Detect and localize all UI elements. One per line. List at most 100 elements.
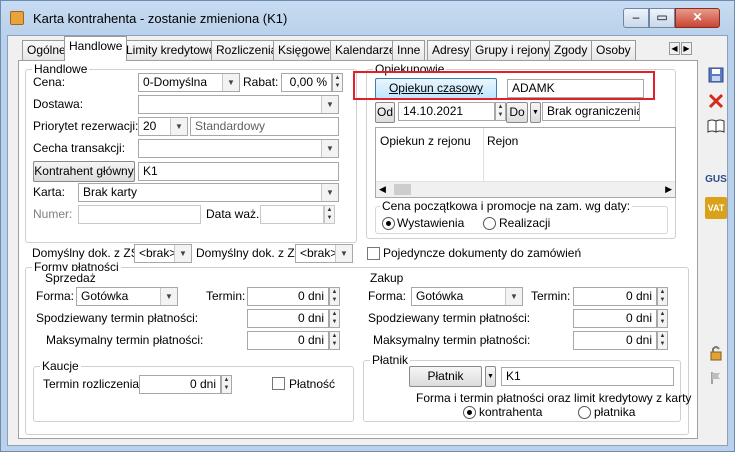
pojedyncze-checkbox[interactable]: [367, 247, 380, 260]
zakup-spodziewany-spinner[interactable]: ▲ ▼: [657, 309, 668, 328]
kaucje-termin-input[interactable]: 0 dni: [139, 375, 221, 394]
tab-grupy-i-rejony[interactable]: Grupy i rejony: [470, 40, 555, 60]
dok-zs-label: Domyślny dok. z ZS: [32, 246, 139, 260]
zakup-forma-select[interactable]: Gotówka ▼: [411, 287, 523, 306]
scroll-thumb[interactable]: [394, 184, 411, 195]
tab-inne[interactable]: Inne: [392, 40, 426, 60]
platnik-dropdown-button[interactable]: ▼: [485, 366, 496, 387]
radio-platnika[interactable]: [578, 406, 591, 419]
zakup-forma-value: Gotówka: [416, 289, 464, 303]
save-icon[interactable]: [705, 67, 727, 89]
tab-handlowe[interactable]: Handlowe: [64, 36, 128, 61]
chevron-down-icon: ▼: [174, 245, 191, 262]
chevron-down-icon: ▼: [321, 140, 338, 157]
column-header-rejon[interactable]: Rejon: [487, 134, 518, 148]
tab-kalendarze[interactable]: Kalendarze: [330, 40, 401, 60]
od-button[interactable]: Od: [375, 102, 395, 123]
platnik-input[interactable]: K1: [501, 367, 674, 386]
cena-poczatkowa-title: Cena początkowa i promocje na zam. wg da…: [380, 199, 633, 213]
minimize-button[interactable]: –: [623, 8, 649, 28]
sprzedaz-maksymalny-spinner[interactable]: ▲ ▼: [329, 331, 340, 350]
radio-realizacji[interactable]: [483, 217, 496, 230]
platnik-title: Płatnik: [370, 353, 411, 367]
chevron-down-icon: ▼: [222, 74, 239, 91]
lock-icon[interactable]: [705, 345, 727, 367]
sprzedaz-spodziewany-input[interactable]: 0 dni: [247, 309, 329, 328]
cena-value: 0-Domyślna: [143, 75, 208, 89]
zakup-termin-spinner[interactable]: ▲ ▼: [657, 287, 668, 306]
sprzedaz-maksymalny-input[interactable]: 0 dni: [247, 331, 329, 350]
book-icon[interactable]: [705, 118, 727, 140]
sprzedaz-maksymalny-label: Maksymalny termin płatności:: [46, 333, 204, 347]
radio-realizacji-label[interactable]: Realizacji: [499, 216, 550, 230]
vat-icon[interactable]: VAT: [705, 197, 727, 219]
zakup-maksymalny-input[interactable]: 0 dni: [573, 331, 657, 350]
dok-zz-select[interactable]: <brak> ▼: [295, 244, 353, 263]
od-date-input[interactable]: 14.10.2021: [398, 102, 495, 121]
gus-icon[interactable]: GUS: [705, 169, 727, 191]
sprzedaz-forma-label: Forma:: [36, 289, 75, 303]
tab-panel-handlowe: Handlowe Cena: 0-Domyślna ▼ Rabat: 0,00 …: [18, 60, 698, 439]
kaucje-title: Kaucje: [40, 359, 81, 373]
tab-limity-kredytowe[interactable]: Limity kredytowe: [121, 40, 221, 60]
zakup-spodziewany-input[interactable]: 0 dni: [573, 309, 657, 328]
app-window: Karta kontrahenta - zostanie zmieniona (…: [0, 0, 735, 452]
radio-kontrahenta[interactable]: [463, 406, 476, 419]
flag-icon[interactable]: [705, 370, 727, 392]
opiekunowie-list[interactable]: Opiekun z rejonu Rejon ◀ ▶: [375, 127, 676, 198]
data-waz-spinner[interactable]: ▲ ▼: [324, 205, 335, 224]
zakup-termin-label: Termin:: [531, 289, 571, 303]
kaucje-platnosc-label[interactable]: Płatność: [289, 377, 335, 391]
cecha-label: Cecha transakcji:: [33, 141, 126, 155]
column-divider: [483, 128, 484, 182]
tab-adresy[interactable]: Adresy: [427, 40, 475, 60]
zakup-termin-input[interactable]: 0 dni: [573, 287, 657, 306]
highlight-box: [353, 71, 655, 100]
platnik-button[interactable]: Płatnik: [409, 366, 482, 387]
radio-wystawienia-label[interactable]: Wystawienia: [397, 216, 464, 230]
sprzedaz-spodziewany-spinner[interactable]: ▲ ▼: [329, 309, 340, 328]
rabat-spinner[interactable]: ▲ ▼: [332, 73, 343, 92]
delete-icon[interactable]: [705, 93, 727, 115]
kaucje-termin-spinner[interactable]: ▲ ▼: [221, 375, 232, 394]
pojedyncze-label[interactable]: Pojedyncze dokumenty do zamówień: [383, 246, 581, 260]
app-icon: [10, 11, 24, 25]
sprzedaz-termin-spinner[interactable]: ▲ ▼: [329, 287, 340, 306]
sprzedaz-termin-input[interactable]: 0 dni: [247, 287, 329, 306]
do-date-input[interactable]: Brak ograniczenia: [542, 102, 640, 121]
od-date-spinner[interactable]: ▲ ▼: [495, 102, 506, 121]
kaucje-platnosc-checkbox[interactable]: [272, 377, 285, 390]
scroll-right-icon[interactable]: ▶: [665, 184, 672, 195]
radio-kontrahenta-label[interactable]: kontrahenta: [479, 405, 542, 419]
horizontal-scrollbar[interactable]: ◀ ▶: [376, 181, 675, 197]
cecha-select[interactable]: ▼: [138, 139, 339, 158]
sprzedaz-title: Sprzedaż: [43, 271, 98, 285]
data-waz-input[interactable]: [260, 205, 324, 224]
dok-zs-select[interactable]: <brak> ▼: [134, 244, 192, 263]
tab-osoby[interactable]: Osoby: [591, 40, 636, 60]
dostawa-select[interactable]: ▼: [138, 95, 339, 114]
zakup-maksymalny-spinner[interactable]: ▲ ▼: [657, 331, 668, 350]
do-button[interactable]: Do: [506, 102, 528, 123]
column-header-opiekun[interactable]: Opiekun z rejonu: [380, 134, 471, 148]
tabs-scroll-right[interactable]: ▶: [681, 42, 692, 55]
scroll-left-icon[interactable]: ◀: [379, 184, 386, 195]
numer-input[interactable]: [78, 205, 201, 224]
radio-wystawienia[interactable]: [382, 217, 395, 230]
platnik-desc: Forma i termin płatności oraz limit kred…: [416, 391, 692, 405]
radio-platnika-label[interactable]: płatnika: [594, 405, 635, 419]
cena-select[interactable]: 0-Domyślna ▼: [138, 73, 240, 92]
tab-zgody[interactable]: Zgody: [549, 40, 593, 60]
kontrahent-glowny-button[interactable]: Kontrahent główny: [33, 161, 135, 182]
tab-rozliczenia[interactable]: Rozliczenia: [211, 40, 283, 60]
kontrahent-glowny-input[interactable]: K1: [138, 162, 339, 181]
priorytet-select[interactable]: 20 ▼: [138, 117, 188, 136]
karta-select[interactable]: Brak karty ▼: [78, 183, 339, 202]
tab-ksiegowe[interactable]: Księgowe: [273, 40, 336, 60]
sprzedaz-forma-select[interactable]: Gotówka ▼: [76, 287, 178, 306]
do-dropdown-button[interactable]: ▼: [530, 102, 541, 123]
close-button[interactable]: ✕: [675, 8, 720, 28]
maximize-button[interactable]: ▭: [649, 8, 675, 28]
tabs-scroll-left[interactable]: ◀: [669, 42, 680, 55]
rabat-input[interactable]: 0,00 %: [281, 73, 332, 92]
